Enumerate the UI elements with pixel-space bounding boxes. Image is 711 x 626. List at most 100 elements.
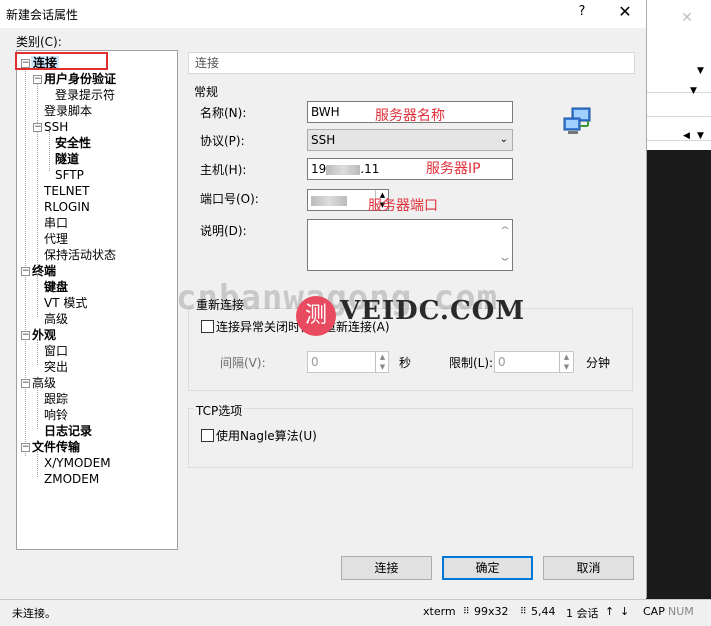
protocol-select[interactable]: SSH ⌄ <box>307 129 513 151</box>
tree-item-telnet[interactable]: TELNET <box>44 183 90 199</box>
num-lock-indicator: NUM <box>668 605 694 618</box>
dialog-titlebar: 新建会话属性 ? ✕ <box>0 0 646 28</box>
auto-reconnect-checkbox[interactable] <box>201 320 214 333</box>
collapse-icon[interactable]: − <box>33 75 42 84</box>
category-label: 类别(C): <box>16 35 62 49</box>
nagle-checkbox[interactable] <box>201 429 214 442</box>
interval-unit: 秒 <box>399 356 412 370</box>
host-value-suffix: .11 <box>360 162 380 176</box>
description-textarea[interactable] <box>307 219 513 271</box>
terminal-type: xterm <box>423 605 456 618</box>
panel-header: 连接 <box>188 52 635 74</box>
redacted-mask <box>311 195 347 206</box>
collapse-icon[interactable]: − <box>21 331 30 340</box>
tree-line <box>49 131 50 171</box>
tree-item-vt-mode[interactable]: VT 模式 <box>44 295 87 311</box>
tree-item-trace[interactable]: 跟踪 <box>44 391 68 407</box>
tree-item-login-script[interactable]: 登录脚本 <box>44 103 92 119</box>
close-button[interactable]: ✕ <box>614 2 636 21</box>
cursor-icon: ⠿ <box>520 607 527 617</box>
prev-session-icon[interactable]: ↑ <box>605 605 614 618</box>
category-tree[interactable]: − − − − − − − 连接 用户身份验证 登录提示符 登录脚本 SSH 安… <box>16 50 178 550</box>
tree-item-tunnel[interactable]: 隧道 <box>55 151 79 167</box>
description-scrollbar[interactable]: ︿ ﹀ <box>498 221 512 269</box>
limit-label: 限制(L): <box>449 356 494 370</box>
cancel-button[interactable]: 取消 <box>543 556 634 580</box>
tree-item-appearance[interactable]: 外观 <box>32 327 56 343</box>
background-dropdown-icon[interactable]: ▼ <box>697 66 704 76</box>
background-window <box>646 0 711 600</box>
spin-down-icon[interactable]: ▼ <box>560 362 573 372</box>
spin-up-icon[interactable]: ▲ <box>560 352 573 362</box>
tree-item-advanced[interactable]: 高级 <box>32 375 56 391</box>
help-button[interactable]: ? <box>572 4 592 19</box>
tree-item-logging[interactable]: 日志记录 <box>44 423 92 439</box>
tree-item-security[interactable]: 安全性 <box>55 135 91 151</box>
connect-button[interactable]: 连接 <box>341 556 432 580</box>
tree-line <box>37 387 38 429</box>
tree-item-bell[interactable]: 响铃 <box>44 407 68 423</box>
highlight-annotation-box <box>15 52 108 70</box>
tree-item-zmodem[interactable]: ZMODEM <box>44 471 99 487</box>
general-section-title: 常规 <box>194 85 219 99</box>
tree-line <box>37 275 38 317</box>
network-computers-icon <box>562 106 594 138</box>
protocol-label: 协议(P): <box>200 134 245 148</box>
spin-down-icon[interactable]: ▼ <box>376 362 389 372</box>
collapse-icon[interactable]: − <box>21 379 30 388</box>
terminal-size: 99x32 <box>474 605 509 618</box>
host-input[interactable]: 19.11 <box>307 158 513 180</box>
tree-item-window[interactable]: 窗口 <box>44 343 68 359</box>
background-toolbar-row <box>646 74 711 93</box>
next-session-icon[interactable]: ↓ <box>620 605 629 618</box>
tree-item-proxy[interactable]: 代理 <box>44 231 68 247</box>
tree-item-terminal-advanced[interactable]: 高级 <box>44 311 68 327</box>
name-label: 名称(N): <box>200 106 247 120</box>
scroll-down-icon[interactable]: ﹀ <box>498 257 512 267</box>
host-label: 主机(H): <box>200 163 247 177</box>
limit-spinner[interactable]: ▲ ▼ <box>559 352 573 372</box>
tree-item-file-transfer[interactable]: 文件传输 <box>32 439 80 455</box>
tree-item-xymodem[interactable]: X/YMODEM <box>44 455 111 471</box>
background-close-icon[interactable]: ✕ <box>680 10 694 26</box>
scroll-up-icon[interactable]: ︿ <box>498 221 512 231</box>
tcp-section-title: TCP选项 <box>194 402 245 419</box>
tree-item-authentication[interactable]: 用户身份验证 <box>44 71 116 87</box>
tree-item-sftp[interactable]: SFTP <box>55 167 84 183</box>
caps-lock-indicator: CAP <box>643 605 665 618</box>
description-label: 说明(D): <box>200 224 247 238</box>
tree-item-login-prompts[interactable]: 登录提示符 <box>55 87 115 103</box>
tree-item-serial[interactable]: 串口 <box>44 215 68 231</box>
tree-item-keyboard[interactable]: 键盘 <box>44 279 68 295</box>
session-count: 1 会话 <box>566 607 599 620</box>
session-properties-dialog: 新建会话属性 ? ✕ 类别(C): − − − − − − − 连接 用户身份验… <box>0 0 647 598</box>
tree-item-ssh[interactable]: SSH <box>44 119 68 135</box>
host-value-prefix: 19 <box>311 162 327 176</box>
redacted-mask <box>326 164 361 175</box>
name-annotation: 服务器名称 <box>375 108 445 124</box>
tree-item-terminal[interactable]: 终端 <box>32 263 56 279</box>
watermark-logo-icon: 测 <box>296 296 336 336</box>
background-dropdown-icon[interactable]: ▼ <box>690 86 697 96</box>
background-scroll-icon[interactable]: ◀ <box>683 131 690 141</box>
connection-status: 未连接。 <box>12 607 56 620</box>
interval-spinner[interactable]: ▲ ▼ <box>375 352 389 372</box>
tree-line <box>25 66 26 456</box>
watermark-brand: VEIDC.COM <box>340 296 526 326</box>
dialog-title: 新建会话属性 <box>6 8 79 22</box>
port-annotation: 服务器端口 <box>368 198 438 214</box>
tree-item-keep-alive[interactable]: 保持活动状态 <box>44 247 116 263</box>
collapse-icon[interactable]: − <box>21 443 30 452</box>
ok-button[interactable]: 确定 <box>442 556 533 580</box>
protocol-value: SSH <box>311 133 336 147</box>
collapse-icon[interactable]: − <box>33 123 42 132</box>
spin-up-icon[interactable]: ▲ <box>376 352 389 362</box>
nagle-label: 使用Nagle算法(U) <box>216 429 317 443</box>
tree-item-highlight[interactable]: 突出 <box>44 359 68 375</box>
status-bar: 未连接。 xterm ⠿ 99x32 ⠿ 5,44 1 会话 ↑ ↓ CAP N… <box>0 599 711 626</box>
background-dropdown-icon[interactable]: ▼ <box>697 131 704 141</box>
port-label: 端口号(O): <box>200 192 259 206</box>
tree-line <box>37 82 38 269</box>
tree-item-rlogin[interactable]: RLOGIN <box>44 199 90 215</box>
collapse-icon[interactable]: − <box>21 267 30 276</box>
